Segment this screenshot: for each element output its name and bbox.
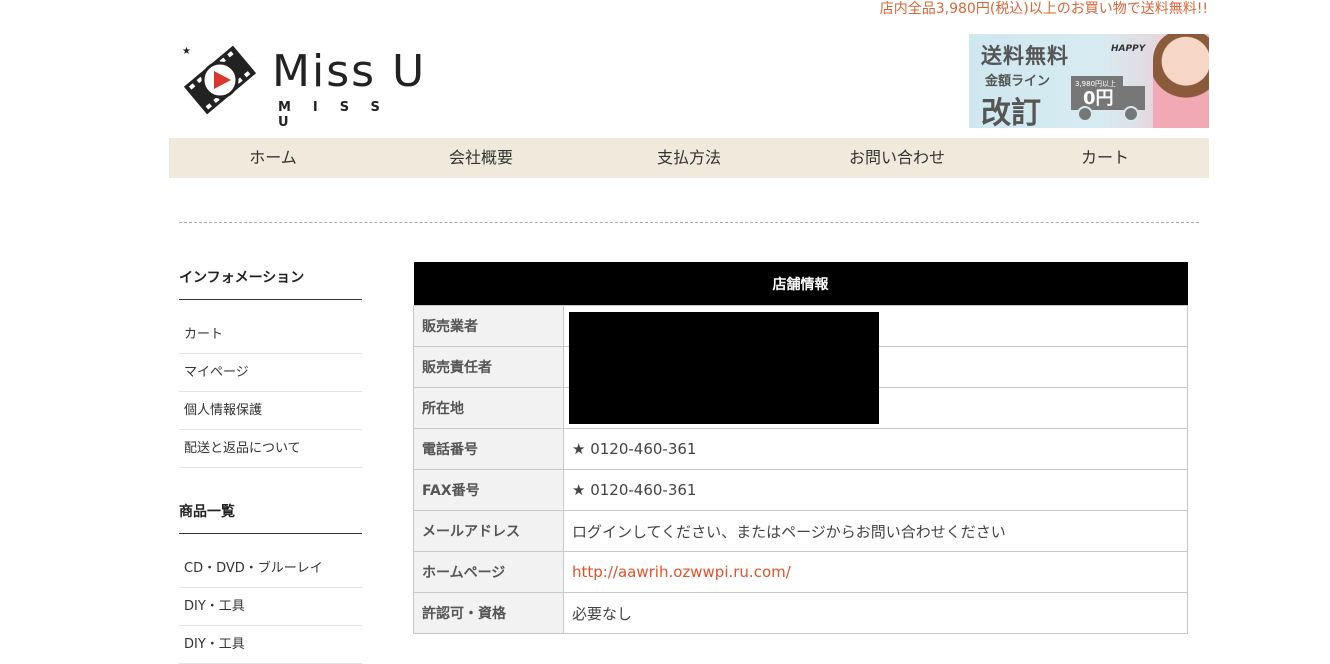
nav-home[interactable]: ホーム: [169, 138, 377, 178]
logo-title: Miss U: [272, 46, 427, 97]
phone-value: ★ 0120-460-361: [563, 428, 1188, 470]
banner-happy: HAPPY: [1111, 44, 1146, 54]
row-label: 販売業者: [413, 305, 564, 347]
banner-threshold: 3,980円以上: [1075, 79, 1116, 88]
homepage-link[interactable]: http://aawrih.ozwwpi.ru.com/: [572, 563, 791, 581]
email-value: ログインしてください、またはページからお問い合わせください: [563, 510, 1188, 552]
logo-subtitle: MISS U: [278, 100, 402, 130]
sidebar: インフォメーション カート マイページ 個人情報保護 配送と返品について 商品一…: [179, 262, 362, 664]
sidebar-product-list: CD・DVD・ブルーレイ DIY・工具 DIY・工具: [179, 550, 362, 664]
store-info-caption: 店舗情報: [413, 262, 1188, 306]
sidebar-info-list: カート マイページ 個人情報保護 配送と返品について: [179, 316, 362, 468]
nav-company[interactable]: 会社概要: [377, 138, 585, 178]
banner-line1: 送料無料: [981, 44, 1069, 68]
sidebar-item-privacy[interactable]: 個人情報保護: [179, 392, 362, 430]
license-value: 必要なし: [563, 592, 1188, 634]
table-row: メールアドレス ログインしてください、またはページからお問い合わせください: [413, 510, 1188, 552]
sidebar-item-mypage[interactable]: マイページ: [179, 354, 362, 392]
redaction-box: [569, 312, 879, 424]
nav-contact[interactable]: お問い合わせ: [793, 138, 1001, 178]
row-label: 販売責任者: [413, 346, 564, 388]
main-nav: ホーム 会社概要 支払方法 お問い合わせ カート: [169, 138, 1209, 178]
sidebar-products-heading: 商品一覧: [179, 496, 362, 534]
sidebar-item-diy-2[interactable]: DIY・工具: [179, 626, 362, 664]
table-row: 電話番号 ★ 0120-460-361: [413, 428, 1188, 470]
row-label: 所在地: [413, 387, 564, 429]
sidebar-info-heading: インフォメーション: [179, 262, 362, 300]
row-label: メールアドレス: [413, 510, 564, 552]
sidebar-item-cd-dvd[interactable]: CD・DVD・ブルーレイ: [179, 550, 362, 588]
table-row: 許認可・資格 必要なし: [413, 592, 1188, 634]
free-shipping-banner[interactable]: 送料無料 金額ライン 改訂 HAPPY 3,980円以上 0円: [969, 34, 1209, 128]
banner-price: 0円: [1083, 88, 1114, 109]
sidebar-item-cart[interactable]: カート: [179, 316, 362, 354]
row-label: 電話番号: [413, 428, 564, 470]
film-play-icon: ★: [182, 45, 257, 115]
sidebar-item-diy[interactable]: DIY・工具: [179, 588, 362, 626]
svg-text:★: ★: [182, 46, 191, 57]
site-logo[interactable]: ★ Miss U MISS U: [180, 40, 430, 130]
divider: [179, 222, 1199, 223]
model-photo: [1153, 34, 1209, 128]
table-row: ホームページ http://aawrih.ozwwpi.ru.com/: [413, 551, 1188, 593]
sidebar-item-shipping[interactable]: 配送と返品について: [179, 430, 362, 468]
row-label: ホームページ: [413, 551, 564, 593]
table-row: FAX番号 ★ 0120-460-361: [413, 469, 1188, 511]
row-label: 許認可・資格: [413, 592, 564, 634]
nav-payment[interactable]: 支払方法: [585, 138, 793, 178]
nav-cart[interactable]: カート: [1001, 138, 1209, 178]
banner-line2: 金額ライン: [985, 74, 1051, 89]
free-shipping-notice: 店内全品3,980円(税込)以上のお買い物で送料無料!!: [879, 1, 1208, 17]
row-label: FAX番号: [413, 469, 564, 511]
fax-value: ★ 0120-460-361: [563, 469, 1188, 511]
truck-icon: 3,980円以上 0円: [1071, 76, 1145, 122]
banner-line3: 改訂: [981, 96, 1041, 128]
